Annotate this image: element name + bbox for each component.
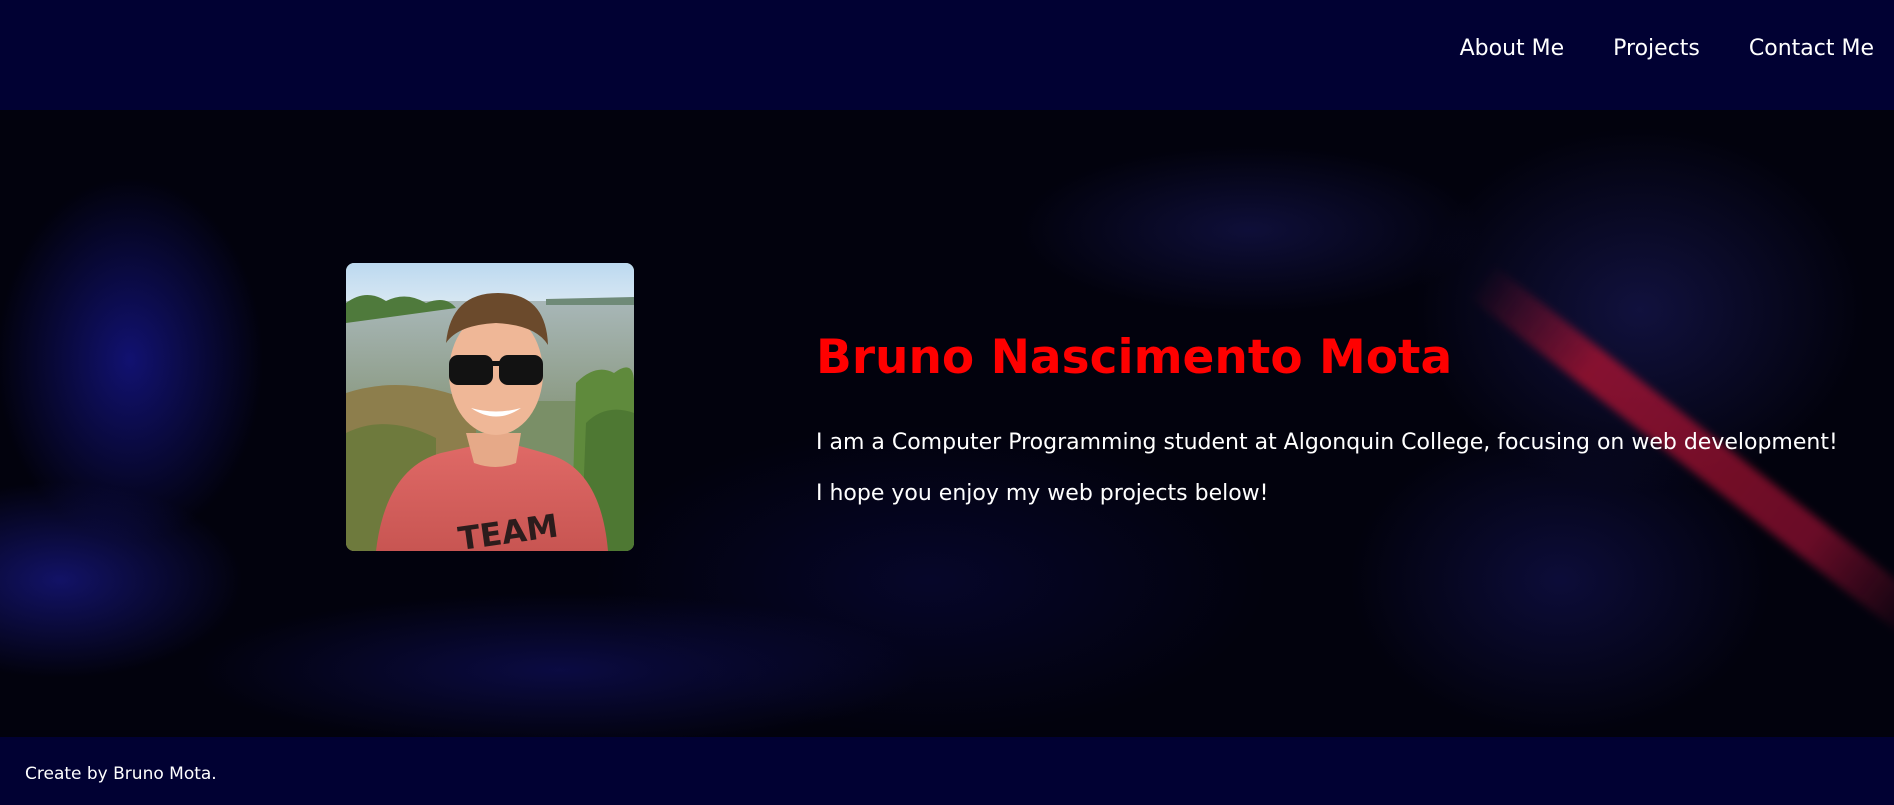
page-title: Bruno Nascimento Mota [816,330,1453,385]
main-nav: About Me Projects Contact Me [1460,33,1874,65]
site-footer: Create by Bruno Mota. [0,737,1894,805]
site-header: About Me Projects Contact Me [0,0,1894,110]
profile-photo: TEAM [346,263,634,551]
footer-credit: Create by Bruno Mota. [25,764,217,784]
bio-line-1: I am a Computer Programming student at A… [816,430,1838,455]
hero-section [0,110,1894,737]
bio-line-2: I hope you enjoy my web projects below! [816,481,1269,506]
nav-projects-link[interactable]: Projects [1613,33,1700,65]
nav-contact-me-link[interactable]: Contact Me [1749,33,1874,65]
nav-about-me-link[interactable]: About Me [1460,33,1565,65]
